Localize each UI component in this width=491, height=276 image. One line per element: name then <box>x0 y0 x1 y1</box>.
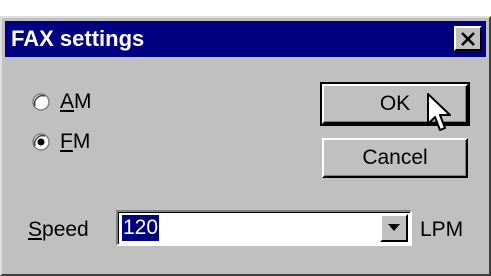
radio-fm-label: FM <box>60 130 91 153</box>
mouse-pointer-icon <box>427 93 451 131</box>
dialog-title: FAX settings <box>11 26 145 51</box>
fax-settings-dialog: FAX settings AM FM OK Cancel Speed 120 L… <box>0 16 491 276</box>
speed-unit-label: LPM <box>420 218 464 241</box>
close-button[interactable] <box>454 26 482 51</box>
radio-am[interactable]: AM <box>32 90 92 114</box>
radio-am-label: AM <box>60 90 92 113</box>
radio-fm[interactable]: FM <box>32 130 90 154</box>
speed-dropdown-button[interactable] <box>380 214 408 242</box>
speed-combobox[interactable]: 120 <box>116 210 412 246</box>
title-bar[interactable]: FAX settings <box>5 21 486 57</box>
speed-value[interactable]: 120 <box>122 215 160 241</box>
cancel-button[interactable]: Cancel <box>322 138 468 178</box>
chevron-down-icon <box>388 224 400 231</box>
radio-am-button[interactable] <box>32 93 50 111</box>
close-icon <box>461 32 475 46</box>
radio-fm-button[interactable] <box>32 133 50 151</box>
speed-label: Speed <box>28 218 89 241</box>
